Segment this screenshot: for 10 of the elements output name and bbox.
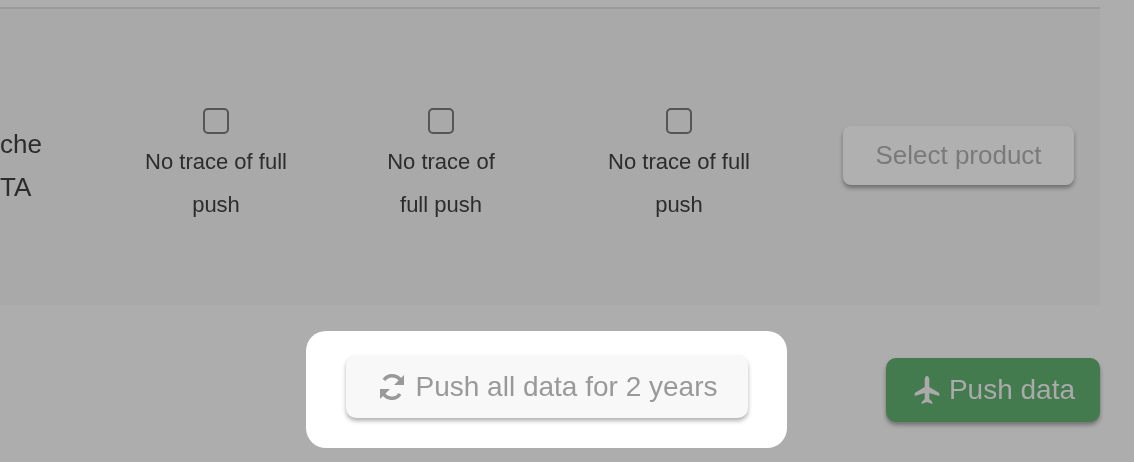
- checkbox-label: No trace of full push: [607, 148, 751, 219]
- row-label: che: [0, 128, 43, 161]
- checkbox[interactable]: [428, 108, 454, 134]
- push-data-button[interactable]: Push data: [886, 358, 1100, 422]
- checkbox-label: No trace of full push: [144, 148, 288, 219]
- checkbox[interactable]: [666, 108, 692, 134]
- checkbox[interactable]: [203, 108, 229, 134]
- row-label: TA: [0, 171, 33, 204]
- checkbox-label: No trace of full push: [386, 148, 496, 219]
- push-all-button[interactable]: Push all data for 2 years: [345, 355, 748, 418]
